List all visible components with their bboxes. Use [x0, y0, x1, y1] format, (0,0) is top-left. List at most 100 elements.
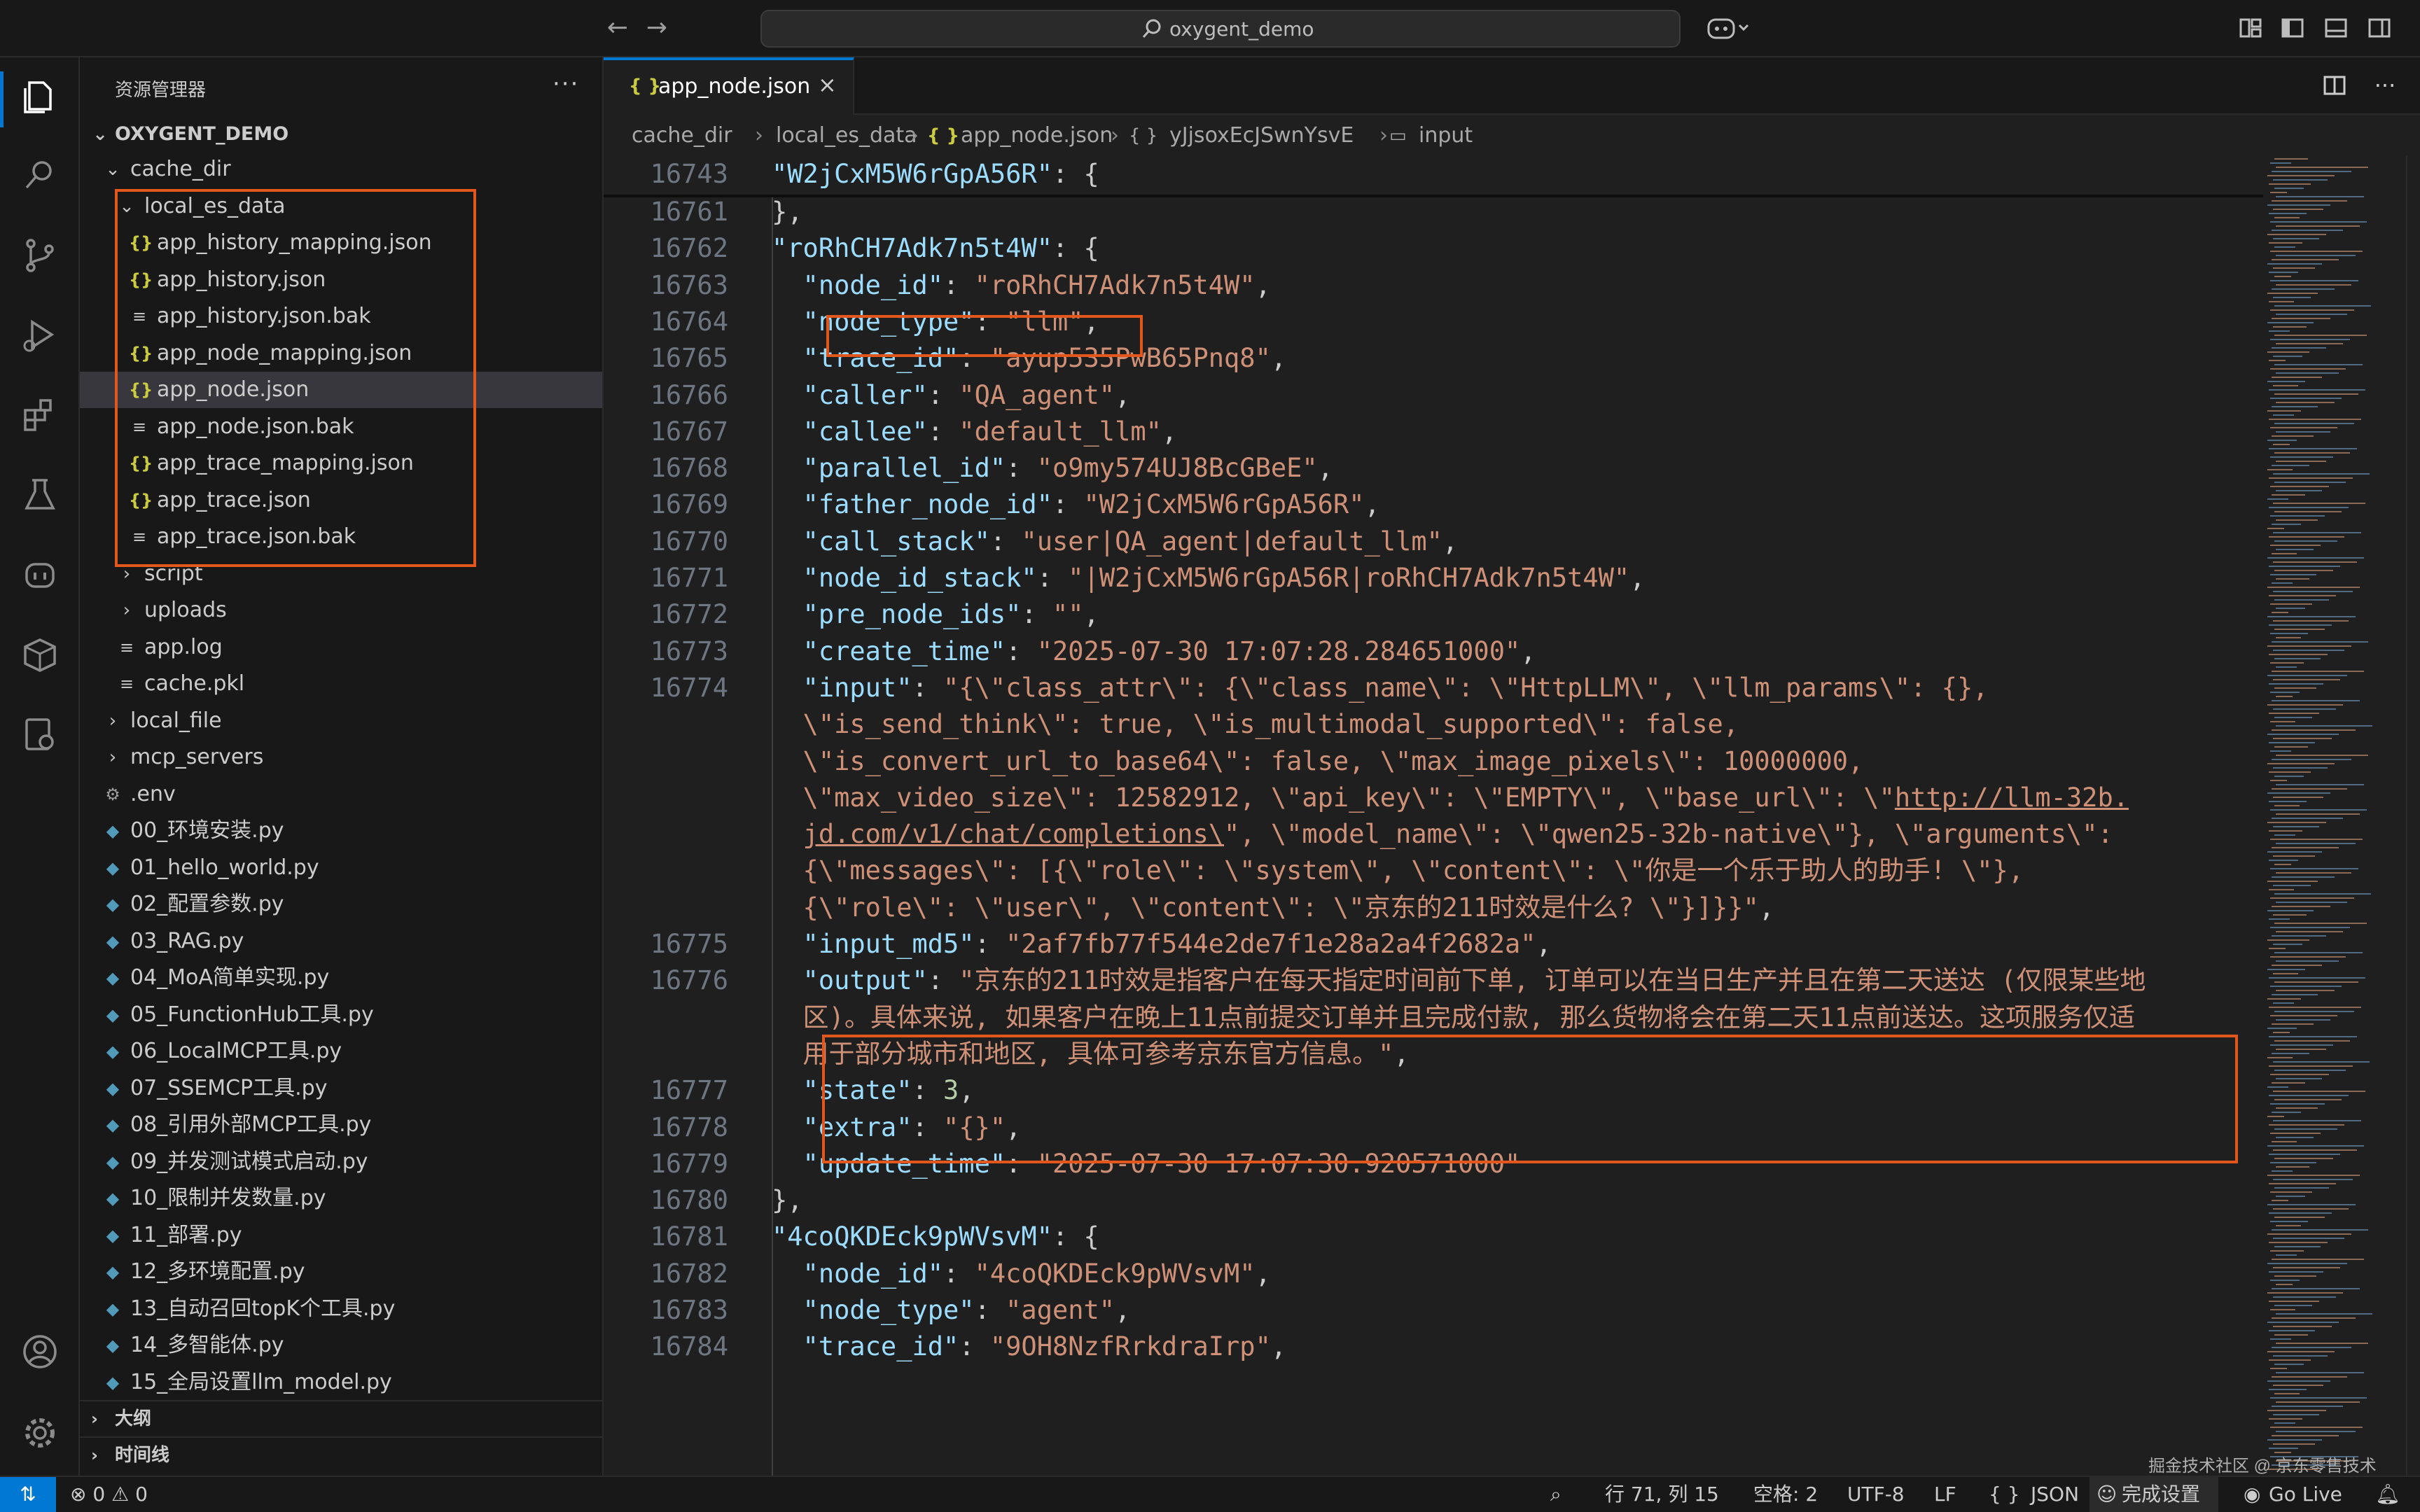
minimap-line: [2267, 469, 2293, 470]
settings-gear-icon[interactable]: [20, 1413, 60, 1453]
tree-file[interactable]: ◆ 00_环境安装.py: [80, 813, 602, 849]
tree-file[interactable]: ◆ 12_多环境配置.py: [80, 1254, 602, 1290]
line-number: 16743: [650, 159, 728, 189]
code-token[interactable]: jd.com/v1/chat/completions\: [803, 819, 1224, 849]
minimap-line: [2272, 700, 2360, 701]
tree-file[interactable]: ◆ 06_LocalMCP工具.py: [80, 1033, 602, 1070]
breadcrumb-item[interactable]: yJjsoxEcJSwnYsvE: [1169, 116, 1354, 155]
line-code: "input": "{\"class_attr\": {\"class_name…: [772, 668, 1989, 708]
minimap-line: [2274, 1011, 2354, 1012]
code-editor[interactable]: 16743 "W2jCxM5W6rGpA56R": {16761}, 16762 "r…: [604, 155, 2420, 1476]
tree-file[interactable]: ◆ 04_MoA简单实现.py: [80, 960, 602, 996]
more-actions-icon[interactable]: ···: [2372, 73, 2398, 98]
tree-file[interactable]: ◆ 09_并发测试模式启动.py: [80, 1144, 602, 1180]
chevron-right-icon: ›: [1379, 123, 1388, 148]
back-arrow-icon[interactable]: ←: [602, 13, 633, 43]
breadcrumb-item[interactable]: app_node.json: [961, 116, 1113, 155]
toggle-primary-sidebar-icon[interactable]: [2280, 15, 2305, 41]
tree-file[interactable]: ≡ cache.pkl: [80, 666, 602, 702]
extensions-icon[interactable]: [20, 395, 60, 435]
tree-file[interactable]: ◆ 02_配置参数.py: [80, 886, 602, 923]
minimap-line: [2270, 486, 2329, 487]
forward-arrow-icon[interactable]: →: [641, 13, 672, 43]
copilot-status[interactable]: ☺ 完成设置: [2089, 1477, 2218, 1512]
tree-file[interactable]: ◆ 08_引用外部MCP工具.py: [80, 1107, 602, 1143]
tab-app-node-json[interactable]: { } app_node.json ×: [604, 57, 854, 115]
tree-folder[interactable]: › mcp_servers: [80, 739, 602, 776]
python-file-icon: ◆: [106, 1042, 120, 1061]
tree-file[interactable]: ◆ 05_FunctionHub工具.py: [80, 997, 602, 1033]
tree-file[interactable]: ◆ 07_SSEMCP工具.py: [80, 1070, 602, 1107]
toggle-secondary-sidebar-icon[interactable]: [2367, 15, 2392, 41]
run-debug-icon[interactable]: [20, 315, 60, 356]
minimap-line: [2272, 1435, 2339, 1436]
workspace-root[interactable]: ⌄ OXYGENT_DEMO: [80, 116, 602, 153]
problems-indicator[interactable]: ⊗ 0 ⚠ 0: [70, 1477, 148, 1512]
copilot-icon[interactable]: [1706, 15, 1751, 41]
tree-folder[interactable]: › local_file: [80, 703, 602, 739]
minimap-line: [2276, 608, 2305, 609]
minimap-line: [2274, 687, 2316, 689]
copilot-chat-icon[interactable]: [20, 554, 60, 595]
toggle-panel-icon[interactable]: [2323, 15, 2349, 41]
breadcrumb-item[interactable]: cache_dir: [632, 116, 732, 155]
zoom-icon[interactable]: ⌕: [1550, 1477, 1562, 1512]
minimap-line: [2276, 519, 2318, 521]
line-code: \"is_convert_url_to_base64\": false, \"m…: [772, 741, 1864, 781]
outline-section-label: 大纲: [115, 1408, 152, 1429]
minimap-line: [2269, 918, 2290, 920]
tree-file[interactable]: ◆ 15_全局设置llm_model.py: [80, 1364, 602, 1401]
notifications-bell-icon[interactable]: 🔔︎: [2375, 1477, 2400, 1512]
string-icon: ▭: [1389, 125, 1407, 146]
minimap-line: [2273, 1385, 2323, 1386]
tree-file[interactable]: ◆ 13_自动召回topK个工具.py: [80, 1291, 602, 1327]
tree-file[interactable]: ◆ 14_多智能体.py: [80, 1327, 602, 1364]
tree-file[interactable]: ◆ 10_限制并发数量.py: [80, 1180, 602, 1217]
outline-section[interactable]: › 大纲: [80, 1400, 602, 1435]
breadcrumb-item[interactable]: local_es_data: [776, 116, 917, 155]
tree-file[interactable]: ⚙ .env: [80, 776, 602, 813]
remote-explorer-icon[interactable]: [20, 714, 60, 755]
account-icon[interactable]: [20, 1331, 60, 1372]
minimap-line: [2274, 1128, 2337, 1130]
code-token: ,: [1255, 1259, 1271, 1289]
more-actions-icon[interactable]: ···: [552, 70, 579, 98]
tree-folder[interactable]: ⌄ cache_dir: [80, 151, 602, 188]
tree-folder[interactable]: › uploads: [80, 592, 602, 629]
testing-flask-icon[interactable]: [20, 475, 60, 515]
encoding[interactable]: UTF-8: [1847, 1477, 1905, 1512]
containers-icon[interactable]: [20, 634, 60, 675]
code-line: 16780},: [604, 1180, 2263, 1220]
source-control-icon[interactable]: [20, 235, 60, 276]
tree-file[interactable]: ≡ app.log: [80, 629, 602, 666]
language-mode[interactable]: JSON: [2031, 1477, 2079, 1512]
minimap-line: [2269, 713, 2319, 714]
split-editor-icon[interactable]: [2322, 73, 2347, 98]
breadcrumb-item[interactable]: input: [1419, 116, 1473, 155]
line-number: 16772: [650, 599, 728, 629]
minimap-line: [2276, 372, 2339, 374]
tree-file[interactable]: ◆ 01_hello_world.py: [80, 850, 602, 886]
tree-file[interactable]: ◆ 03_RAG.py: [80, 923, 602, 960]
search-icon[interactable]: [20, 155, 60, 196]
minimap-line: [2274, 393, 2358, 395]
code-token[interactable]: http://llm-32b.: [1895, 783, 2129, 813]
explorer-sidebar: 资源管理器 ··· ⌄ OXYGENT_DEMO ⌄ cache_dir ⌄ loca…: [80, 57, 604, 1476]
cursor-position[interactable]: 行 71, 列 15: [1605, 1477, 1719, 1512]
indentation[interactable]: 空格: 2: [1753, 1477, 1818, 1512]
vertical-scrollbar[interactable]: [2406, 155, 2420, 1476]
close-icon[interactable]: ×: [818, 71, 837, 98]
command-center-search[interactable]: oxygent_demo: [760, 10, 1681, 48]
end-of-line[interactable]: LF: [1934, 1477, 1956, 1512]
customize-layout-icon[interactable]: [2238, 15, 2263, 41]
explorer-icon[interactable]: [20, 76, 60, 116]
minimap-line: [2272, 1288, 2360, 1289]
minimap-line: [2267, 234, 2326, 235]
timeline-section[interactable]: › 时间线: [80, 1436, 602, 1471]
remote-indicator-icon[interactable]: ⇅: [0, 1477, 56, 1512]
go-live-button[interactable]: Go Live: [2269, 1477, 2342, 1512]
timeline-section-label: 时间线: [115, 1445, 170, 1466]
minimap-line: [2274, 923, 2367, 924]
minimap[interactable]: [2263, 155, 2403, 1476]
tree-file[interactable]: ◆ 11_部署.py: [80, 1217, 602, 1254]
